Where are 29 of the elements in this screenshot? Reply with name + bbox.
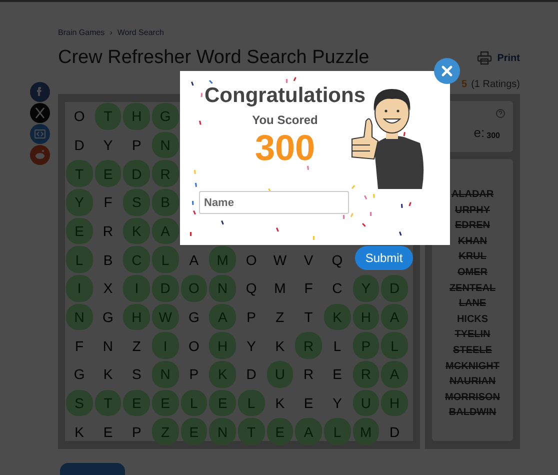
word-list-item: ZENTEAL: [449, 282, 496, 296]
rating-count: (1 Ratings): [471, 78, 520, 90]
rating-value: 5: [462, 78, 468, 90]
word-list-item: OMER: [458, 266, 488, 280]
word-list-item: TYELIN: [454, 328, 490, 342]
word-list-item: STEELE: [453, 344, 492, 358]
word-list-item: EDREN: [454, 219, 490, 233]
word-list-item: NAURIAN: [449, 375, 496, 389]
word-list-item: URPHY: [454, 204, 490, 218]
dialog-title: Congratulations: [204, 84, 366, 108]
score-value: 300: [486, 131, 500, 140]
close-icon: [441, 65, 453, 77]
submit-button[interactable]: Submit: [355, 246, 413, 270]
word-list-item: BALDWIN: [448, 406, 496, 420]
word-list-item: MCKNIGHT: [446, 360, 500, 374]
breadcrumb-link[interactable]: Brain Games: [58, 28, 105, 36]
name-input[interactable]: Name: [199, 191, 349, 214]
word-list-item: HICKS: [456, 312, 488, 326]
breadcrumb-link[interactable]: Word Search: [117, 28, 164, 36]
final-score: 300: [254, 128, 316, 168]
page-title: Crew Refresher Word Search Puzzle: [58, 47, 370, 69]
word-list-item: MORRISON: [445, 390, 500, 404]
score-label: e:: [474, 125, 485, 140]
word-list-item: KRUL: [458, 250, 486, 264]
breadcrumb-separator: ›: [110, 28, 112, 36]
word-list-item: LANE: [458, 297, 486, 311]
score-caption: You Scored: [252, 113, 318, 127]
word-list-item: ALADAR: [451, 188, 494, 202]
word-list-item: KHAN: [458, 234, 487, 248]
